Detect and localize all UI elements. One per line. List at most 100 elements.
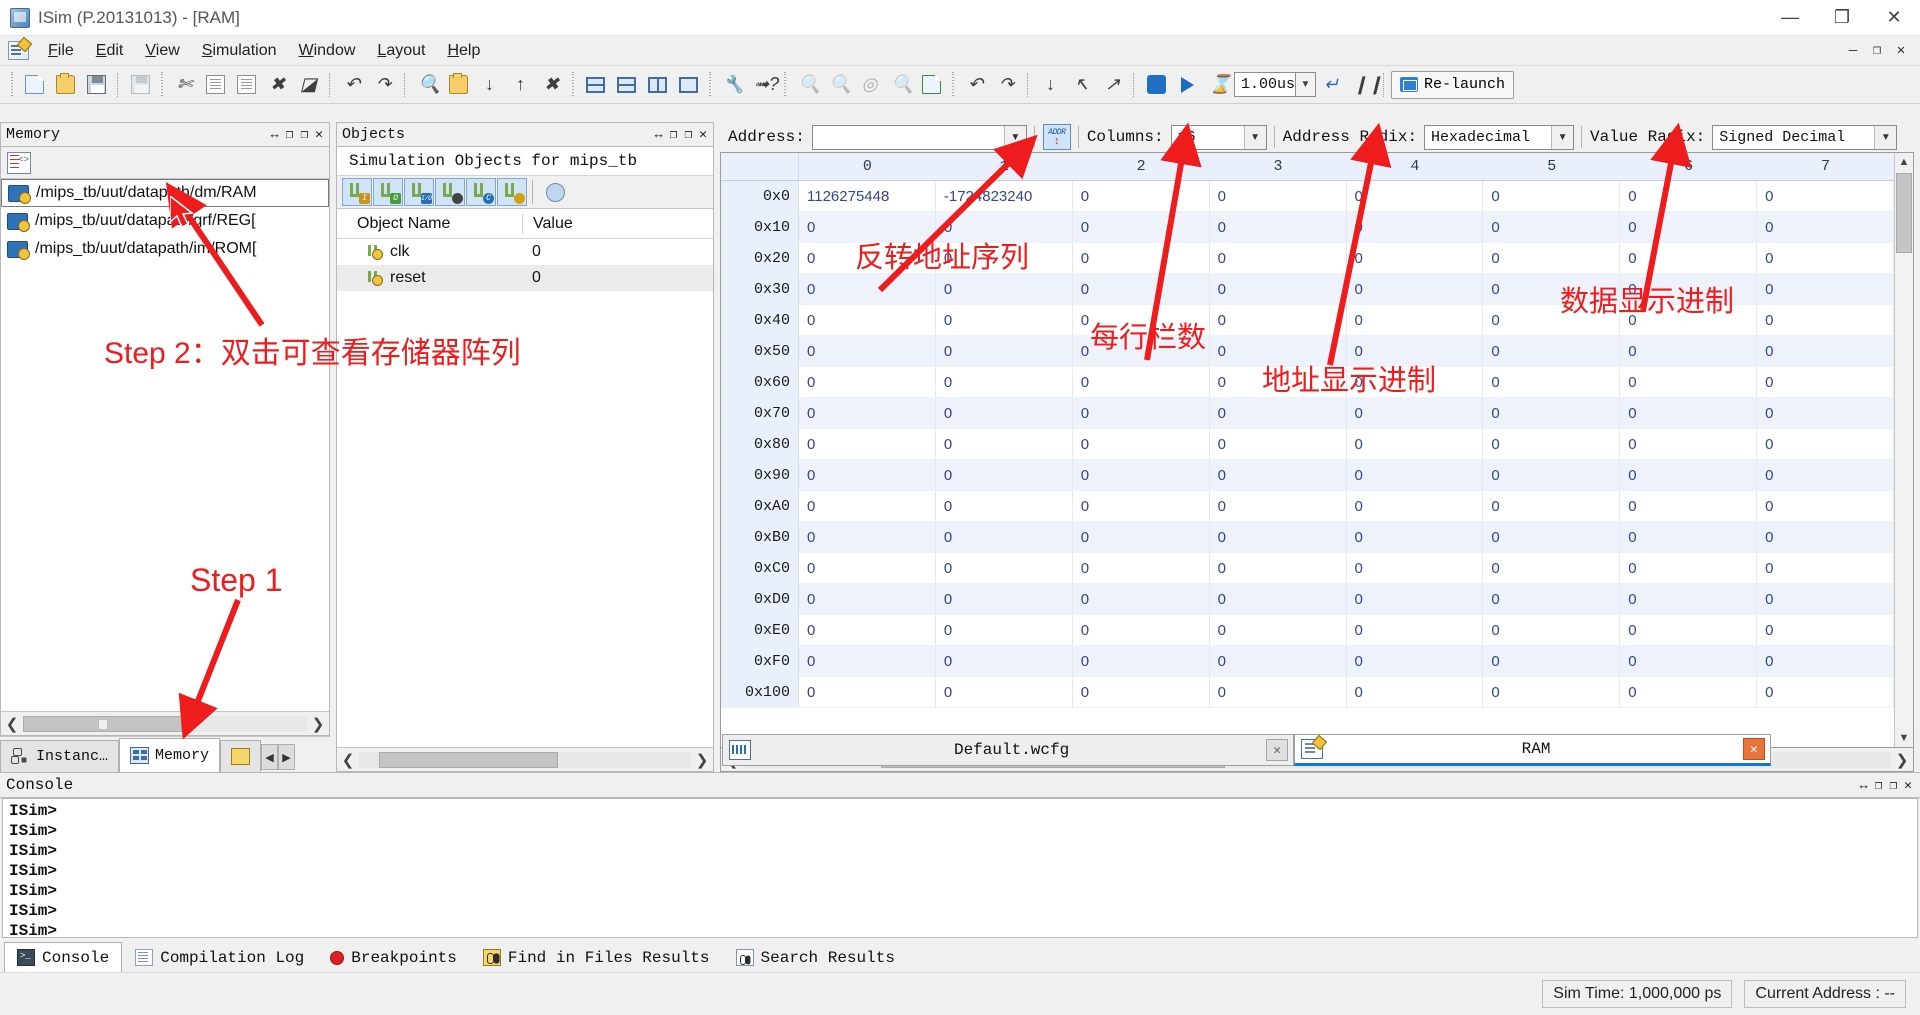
doc-tab-default-wcfg[interactable]: Default.wcfg ✕ (722, 734, 1295, 766)
zoom-fit-icon[interactable]: ◎ (854, 70, 885, 100)
table-row[interactable]: 0x40 0 0 0 0 0 0 0 0 (721, 305, 1894, 336)
toolbar-grip[interactable] (9, 71, 16, 98)
memory-cell[interactable]: 0 (1483, 274, 1621, 304)
address-radix-select[interactable]: Hexadecimal ▼ (1424, 124, 1575, 150)
scroll-track[interactable] (23, 715, 307, 732)
memory-cell[interactable]: 0 (1210, 677, 1347, 707)
memory-cell[interactable]: 0 (1073, 646, 1210, 676)
memory-cell[interactable]: 0 (799, 429, 936, 459)
list-item[interactable]: /mips_tb/uut/datapath/im/ROM[ (1, 235, 329, 263)
memory-cell[interactable]: 0 (1757, 181, 1894, 211)
memory-cell[interactable]: 0 (1483, 677, 1621, 707)
memory-cell[interactable]: 0 (936, 491, 1073, 521)
table-row[interactable]: 0xC0 0 0 0 0 0 0 0 0 (721, 553, 1894, 584)
scroll-thumb[interactable] (23, 715, 183, 732)
memory-list[interactable]: /mips_tb/uut/datapath/dm/RAM /mips_tb/uu… (1, 179, 329, 711)
memory-grid-rows[interactable]: 0x0 1126275448 -1724823240 0 0 0 0 0 0 0x10 0 0 0 0 0 0… (721, 181, 1894, 747)
table-row[interactable]: 0x80 0 0 0 0 0 0 0 0 (721, 429, 1894, 460)
menu-file[interactable]: FFileile (37, 38, 85, 64)
memory-cell[interactable]: 0 (1347, 336, 1484, 366)
memory-cell[interactable]: 0 (1347, 212, 1484, 242)
find-in-files-icon[interactable] (443, 70, 474, 100)
memory-cell[interactable]: 0 (799, 367, 936, 397)
memory-cell[interactable]: 0 (936, 553, 1073, 583)
memory-cell[interactable]: 0 (799, 553, 936, 583)
memory-cell[interactable]: 0 (1210, 522, 1347, 552)
memory-cell[interactable]: 0 (799, 243, 936, 273)
table-row[interactable]: 0x0 1126275448 -1724823240 0 0 0 0 0 0 (721, 181, 1894, 212)
run-time-input[interactable]: 1.00us (1234, 72, 1296, 97)
memory-cell[interactable]: 0 (1073, 367, 1210, 397)
memory-cell[interactable]: 0 (799, 274, 936, 304)
memory-cell[interactable]: 0 (936, 460, 1073, 490)
memory-cell[interactable]: 0 (1210, 646, 1347, 676)
memory-cell[interactable]: 0 (1347, 677, 1484, 707)
memory-cell[interactable]: 0 (1620, 584, 1758, 614)
tab-scroll-right-icon[interactable]: ▶ (278, 744, 296, 770)
toolbar-grip[interactable] (570, 71, 577, 98)
memory-cell[interactable]: 0 (1620, 491, 1758, 521)
memory-cell[interactable]: 0 (1620, 615, 1758, 645)
restart-icon[interactable]: ↶ (960, 70, 991, 100)
memory-cell[interactable]: 0 (1347, 553, 1484, 583)
memory-cell[interactable]: 0 (1620, 305, 1758, 335)
memory-cell[interactable]: 0 (936, 584, 1073, 614)
objects-panel-float-icon[interactable]: ↔ (655, 127, 663, 142)
table-row[interactable]: 0x90 0 0 0 0 0 0 0 0 (721, 460, 1894, 491)
scroll-right-icon[interactable]: ❯ (691, 749, 713, 771)
memory-panel-restore-icon[interactable]: ❐ (300, 127, 308, 142)
window-controls[interactable]: — ❐ ✕ (1764, 0, 1920, 36)
open-file-icon[interactable] (50, 70, 81, 100)
mdi-restore-button[interactable]: ❐ (1866, 40, 1888, 62)
memory-cell[interactable]: 0 (1073, 212, 1210, 242)
memory-cell[interactable]: 0 (1757, 274, 1894, 304)
memory-cell[interactable]: 0 (1483, 429, 1621, 459)
menu-layout[interactable]: Layout (366, 38, 436, 64)
close-button[interactable]: ✕ (1868, 0, 1920, 36)
restart-simulation-icon[interactable] (1141, 70, 1172, 100)
table-row[interactable]: 0xA0 0 0 0 0 0 0 0 0 (721, 491, 1894, 522)
memory-cell[interactable]: 0 (1757, 305, 1894, 335)
console-restore-icon[interactable]: ❐ (1889, 778, 1897, 793)
memory-cell[interactable]: -1724823240 (936, 181, 1073, 211)
memory-view-icon[interactable] (7, 151, 31, 174)
table-row[interactable]: 0x70 0 0 0 0 0 0 0 0 (721, 398, 1894, 429)
context-help-icon[interactable]: ➟? (748, 70, 779, 100)
filter-inout-ports[interactable]: I/O (404, 178, 434, 206)
minimize-button[interactable]: — (1764, 0, 1816, 36)
doc-tab-close-icon[interactable]: ✕ (1742, 738, 1765, 760)
chevron-down-icon[interactable]: ▼ (1243, 125, 1266, 149)
cancel-icon[interactable]: ◪ (293, 70, 324, 100)
list-item[interactable]: /mips_tb/uut/datapath/dm/RAM (1, 179, 329, 207)
memory-cell[interactable]: 0 (1073, 491, 1210, 521)
scroll-thumb[interactable] (1896, 173, 1912, 253)
memory-cell[interactable]: 0 (1347, 274, 1484, 304)
memory-cell[interactable]: 0 (936, 212, 1073, 242)
chevron-down-icon[interactable]: ▼ (1874, 125, 1897, 149)
memory-cell[interactable]: 0 (1757, 367, 1894, 397)
undo-icon[interactable]: ↶ (337, 70, 368, 100)
memory-cell[interactable]: 0 (1347, 584, 1484, 614)
memory-cell[interactable]: 0 (1210, 553, 1347, 583)
memory-cell[interactable]: 1126275448 (799, 181, 936, 211)
tab-instances[interactable]: Instanc… (0, 740, 120, 772)
refresh-icon[interactable] (916, 70, 947, 100)
memory-cell[interactable]: 0 (936, 646, 1073, 676)
memory-cell[interactable]: 0 (1073, 584, 1210, 614)
memory-cell[interactable]: 0 (936, 274, 1073, 304)
memory-cell[interactable]: 0 (1210, 460, 1347, 490)
objects-panel-close-icon[interactable]: ✕ (699, 127, 707, 142)
memory-cell[interactable]: 0 (799, 615, 936, 645)
filter-settings-icon[interactable] (540, 178, 570, 206)
memory-cell[interactable]: 0 (1210, 274, 1347, 304)
toolbar-grip[interactable] (782, 71, 789, 98)
memory-cell[interactable]: 0 (1483, 646, 1621, 676)
stop-find-icon[interactable]: ✖ (536, 70, 567, 100)
run-all-icon[interactable]: ↷ (991, 70, 1022, 100)
paste-icon[interactable] (231, 70, 262, 100)
memory-cell[interactable]: 0 (936, 336, 1073, 366)
filter-all-signals[interactable] (497, 178, 527, 206)
memory-cell[interactable]: 0 (1347, 646, 1484, 676)
tile-horizontally-icon[interactable] (580, 70, 611, 100)
table-row[interactable]: 0x60 0 0 0 0 0 0 0 0 (721, 367, 1894, 398)
